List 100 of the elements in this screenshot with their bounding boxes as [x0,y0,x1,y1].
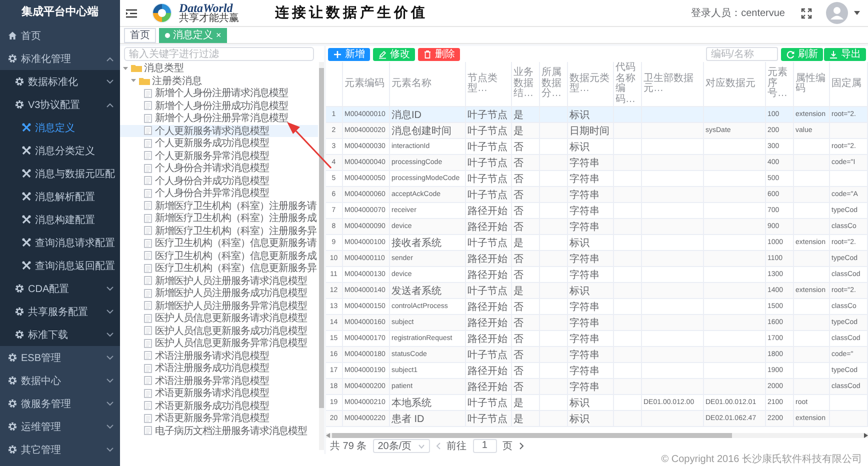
download-icon [829,50,838,58]
scroll-right-icon [864,433,868,438]
trash-icon [423,50,432,58]
tree-item[interactable]: 新增医护人员注册服务异常消息模型 [120,300,318,312]
menu-label: 数据中心 [21,374,62,388]
gear-icon [8,422,17,431]
menu-label: 共享服务配置 [28,306,89,318]
menu-item[interactable]: 查询消息返回配置 [0,254,120,277]
tree-item[interactable]: 电子病历文档注册服务请求消息模型 [120,424,318,437]
menu-item[interactable]: ESB管理 [0,346,120,369]
tree-item[interactable]: 新增医护人员注册服务成功消息模型 [120,287,318,300]
tree-item[interactable]: 医疗卫生机构（科室）信息更新服务成 [120,250,318,262]
menu-item[interactable]: 标准化管理 [0,47,120,70]
tree-item[interactable]: 消息类型 [120,62,318,74]
tree-item[interactable]: 医护人员信息更新服务异常消息模型 [120,337,318,350]
table-cell: 否 [511,346,539,362]
menu-label: 消息定义 [35,122,76,134]
tree-item[interactable]: 术语更新服务请求消息模型 [120,387,318,400]
tree-item[interactable]: 术语更新服务异常消息模型 [120,412,318,424]
menu-item[interactable]: 其它管理 [0,438,120,461]
tree-item[interactable]: 新增个人身份注册请求消息模型 [120,87,318,100]
menu-label: 查询消息请求配置 [35,236,115,250]
menu-item[interactable]: 数据标准化 [0,70,120,93]
menu-item[interactable]: 消息定义 [0,116,120,139]
gear-icon [15,307,24,316]
document-icon [144,188,152,198]
tree-item[interactable]: 个人更新服务成功消息模型 [120,137,318,150]
tree-item[interactable]: 术语注册服务成功消息模型 [120,362,318,374]
gear-icon [15,77,24,86]
tree-item[interactable]: 医疗卫生机构（科室）信息更新服务异 [120,262,318,274]
toolbar-button[interactable]: 新增 [328,48,370,60]
tools-icon [22,192,31,201]
menu-item[interactable]: 微服务管理 [0,392,120,415]
tree-item[interactable]: 个人身份合并异常消息模型 [120,187,318,200]
menu-item[interactable]: 消息分类定义 [0,139,120,162]
toolbar-button[interactable]: 删除 [418,48,460,60]
tree-item[interactable]: 术语注册服务请求消息模型 [120,350,318,362]
tree-item[interactable]: 新增医疗卫生机构（科室）注册服务成 [120,212,318,224]
chevron-down-icon [106,424,114,430]
document-icon [144,251,152,260]
gear-icon [15,330,24,339]
menu-item[interactable]: 消息构建配置 [0,208,120,231]
table-cell: 路径开始 [465,314,511,330]
scrollbar[interactable] [326,433,868,438]
tree-item[interactable]: 个人更新服务请求消息模型 [120,124,318,137]
search-field[interactable]: 编码/名称 [706,47,778,61]
menu-item[interactable]: 查询消息请求配置 [0,231,120,254]
menu-item[interactable]: V3协议配置 [0,93,120,116]
tab[interactable]: 首页 [124,28,156,42]
pencil-icon [378,50,387,58]
tree-item[interactable]: 个人更新服务异常消息模型 [120,150,318,162]
tree-label: 术语注册服务成功消息模型 [155,362,269,376]
tree-label: 个人身份合并成功消息模型 [155,174,269,188]
tree-item[interactable]: 新增个人身份注册成功消息模型 [120,100,318,112]
menu-label: 查询消息返回配置 [35,260,115,272]
tree-label: 医护人员信息更新服务请求消息模型 [155,312,307,326]
tree-label: 个人身份合并异常消息模型 [155,186,269,200]
document-icon [144,264,152,273]
scrollbar-thumb[interactable] [332,433,732,438]
tree-item[interactable]: 医疗卫生机构（科室）信息更新服务请 [120,237,318,250]
page-unit: 页 [502,440,513,454]
table-cell: 患者 ID [389,410,465,426]
tree-item[interactable]: 医护人员信息更新服务成功消息模型 [120,324,318,337]
tree-item[interactable]: 新增个人身份注册异常消息模型 [120,112,318,124]
document-icon [144,214,152,223]
menu-item[interactable]: 标准下载 [0,323,120,346]
gear-icon [15,100,24,109]
menu-item[interactable]: 运维管理 [0,415,120,438]
tree-item[interactable]: 个人身份合并成功消息模型 [120,174,318,187]
tree-item[interactable]: 个人身份合并请求消息模型 [120,162,318,174]
menu-item[interactable]: 消息解析配置 [0,185,120,208]
table-cell: 叶子节点 [465,282,511,298]
menu-item[interactable]: 首页 [0,24,120,47]
table-cell: 叶子节点 [465,154,511,170]
document-icon [144,101,152,110]
table-cell: 字符串 [567,378,613,394]
app-title: 集成平台中心端 [20,4,100,20]
tree-item[interactable]: 新增医疗卫生机构（科室）注册服务异 [120,224,318,237]
chevron-down-icon [106,378,114,384]
menu-label: 首页 [21,30,42,42]
document-icon [144,151,152,160]
page-field[interactable]: 1 [472,439,497,454]
filter-field[interactable]: 输入关键字进行过滤 [124,47,314,61]
tree-item[interactable]: 医护人员信息更新服务请求消息模型 [120,312,318,324]
menu-item[interactable]: 共享服务配置 [0,300,120,323]
menu-item[interactable]: CDA配置 [0,277,120,300]
tree-item[interactable]: 注册类消息 [120,74,318,87]
tree-item[interactable]: 术语注册服务异常消息模型 [120,374,318,387]
chevron-down-icon [106,400,114,406]
gear-icon [8,54,17,63]
tree-item[interactable]: 新增医疗卫生机构（科室）注册服务请 [120,200,318,212]
document-icon [144,338,152,348]
menu-item[interactable]: 消息与数据元匹配 [0,162,120,185]
tree-label: 电子病历文档注册服务请求消息模型 [155,424,307,438]
tree-item[interactable]: 术语更新服务成功消息模型 [120,400,318,412]
tree-item[interactable]: 新增医护人员注册服务请求消息模型 [120,274,318,287]
scroll-left-icon [326,433,330,438]
page-size-select[interactable]: 20条/页 [372,439,430,454]
menu-item[interactable]: 数据中心 [0,369,120,392]
chevron-down-icon [106,286,114,292]
